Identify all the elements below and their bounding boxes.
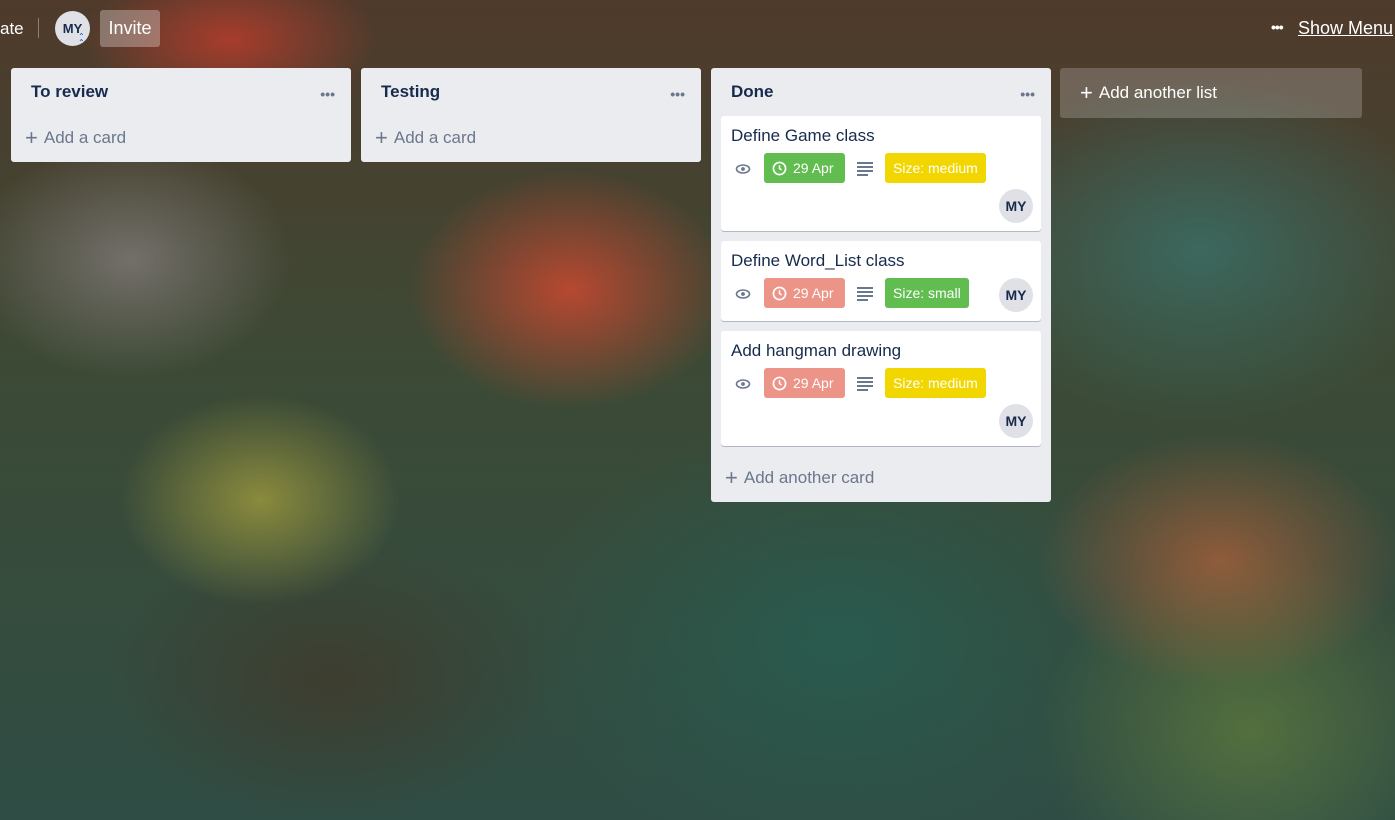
card-add-hangman-drawing[interactable]: Add hangman drawing 29 Apr Size: medium …	[721, 331, 1041, 446]
plus-icon: +	[725, 465, 738, 490]
menu-dots-icon[interactable]: •••	[1271, 19, 1284, 35]
list-testing: Testing ••• + Add a card	[361, 68, 701, 162]
add-another-list-button[interactable]: + Add another list	[1060, 68, 1362, 118]
due-date-badge[interactable]: 29 Apr	[764, 153, 845, 183]
list-to-review: To review ••• + Add a card	[11, 68, 351, 162]
card-member-avatar[interactable]: MY	[999, 278, 1033, 312]
board-visibility-label[interactable]: ate	[0, 19, 24, 39]
add-card-button[interactable]: + Add a card	[25, 125, 127, 150]
plus-icon: +	[25, 125, 38, 150]
due-date-text: 29 Apr	[793, 375, 834, 391]
card-define-game-class[interactable]: Define Game class 29 Apr Size: medium MY	[721, 116, 1041, 231]
due-date-text: 29 Apr	[793, 160, 834, 176]
due-date-badge[interactable]: 29 Apr	[764, 278, 845, 308]
header-divider	[38, 18, 39, 38]
description-icon	[857, 162, 873, 176]
add-card-label: Add a card	[393, 128, 477, 147]
list-menu-icon[interactable]: •••	[1020, 86, 1035, 102]
clock-icon	[772, 161, 787, 175]
list-title[interactable]: To review	[31, 82, 108, 102]
show-menu-link[interactable]: Show Menu	[1298, 18, 1393, 39]
add-card-button[interactable]: + Add a card	[375, 125, 477, 150]
list-title[interactable]: Testing	[381, 82, 440, 102]
size-label: Size: medium	[885, 368, 986, 398]
description-icon	[857, 377, 873, 391]
card-title: Add hangman drawing	[731, 341, 902, 360]
list-title[interactable]: Done	[731, 82, 774, 102]
size-label: Size: medium	[885, 153, 986, 183]
clock-icon	[772, 376, 787, 390]
due-date-text: 29 Apr	[793, 285, 834, 301]
card-member-avatar[interactable]: MY	[999, 189, 1033, 223]
add-another-card-button[interactable]: + Add another card	[725, 465, 875, 490]
due-date-badge[interactable]: 29 Apr	[764, 368, 845, 398]
size-label: Size: small	[885, 278, 969, 308]
member-avatar[interactable]: MY	[55, 11, 90, 46]
eye-icon	[735, 289, 751, 299]
plus-icon: +	[1080, 80, 1093, 105]
add-list-label: Add another list	[1098, 83, 1217, 102]
card-define-word-list-class[interactable]: Define Word_List class 29 Apr Size: smal…	[721, 241, 1041, 321]
plus-icon: +	[375, 125, 388, 150]
card-title: Define Game class	[731, 126, 875, 145]
card-title: Define Word_List class	[731, 251, 905, 270]
eye-icon	[735, 164, 751, 174]
list-done: Done ••• Define Game class 29 Apr Size: …	[711, 68, 1051, 502]
clock-icon	[772, 286, 787, 300]
card-member-avatar[interactable]: MY	[999, 404, 1033, 438]
add-card-label: Add a card	[43, 128, 127, 147]
invite-button[interactable]: Invite	[100, 10, 160, 47]
description-icon	[857, 287, 873, 301]
admin-chevron-icon: ⌃ ⌃	[78, 32, 85, 47]
list-menu-icon[interactable]: •••	[320, 86, 335, 102]
add-card-label: Add another card	[743, 468, 875, 487]
eye-icon	[735, 379, 751, 389]
list-menu-icon[interactable]: •••	[670, 86, 685, 102]
board-header: ate MY ⌃ ⌃ Invite ••• Show Menu	[0, 0, 1395, 56]
